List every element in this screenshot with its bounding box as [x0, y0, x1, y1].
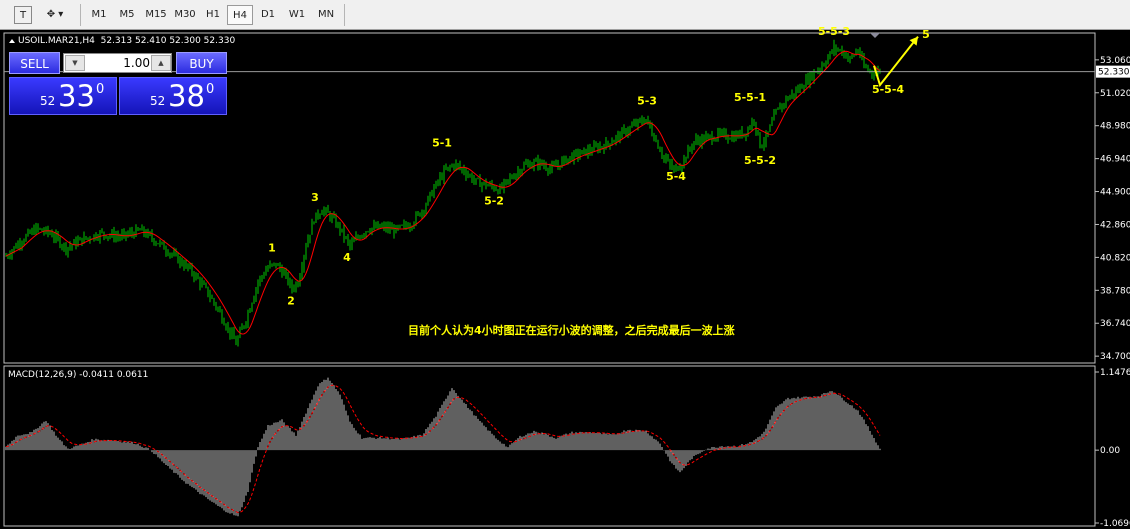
sell-price-main: 33: [58, 79, 95, 113]
wave-label: 5: [922, 28, 930, 41]
wave-label: 4: [343, 251, 351, 264]
price-axis-label: 34.700: [1100, 352, 1130, 362]
macd-signal-line: [5, 384, 881, 514]
price-axis-label: 36.740: [1100, 319, 1130, 329]
wave-label: 5-1: [432, 136, 452, 149]
lot-increase-icon[interactable]: ▲: [151, 55, 171, 71]
sell-price-sup: 0: [96, 82, 105, 97]
sell-button[interactable]: SELL: [9, 52, 60, 74]
macd-title: MACD(12,26,9) -0.0411 0.0611: [8, 370, 149, 380]
price-axis-label: 40.820: [1100, 253, 1130, 263]
wave-label: 2: [287, 295, 295, 308]
buy-price-box[interactable]: 52 38 0: [119, 77, 227, 115]
wave-label: 5-5-4: [872, 83, 904, 96]
buy-price-sup: 0: [206, 82, 215, 97]
wave-label: 5-2: [484, 194, 504, 207]
chart-shift-marker[interactable]: [870, 33, 880, 38]
one-click-trading-panel: SELL ▼ 1.00 ▲ BUY 52 33 0 52 38 0: [8, 51, 227, 116]
price-axis-label: 51.020: [1100, 89, 1130, 99]
macd-axis-label: -1.0696: [1100, 519, 1130, 529]
sell-price-prefix: 52: [40, 94, 56, 108]
price-axis-label: 42.860: [1100, 220, 1130, 230]
buy-button[interactable]: BUY: [176, 52, 227, 74]
projection-arrow-line: [873, 35, 919, 88]
price-axis-label: 44.900: [1100, 188, 1130, 198]
wave-label: 5-4: [666, 170, 686, 183]
current-price-label: 52.330: [1098, 68, 1130, 78]
macd-axis-label: 1.1476: [1100, 368, 1130, 378]
price-axis-label: 46.940: [1100, 155, 1130, 165]
wave-label: 5-5-2: [744, 154, 776, 167]
lot-decrease-icon[interactable]: ▼: [65, 55, 85, 71]
lot-size-value[interactable]: 1.00: [86, 54, 150, 72]
wave-label: 1: [268, 241, 276, 254]
collapse-triangle-icon[interactable]: [9, 39, 15, 43]
sell-price-box[interactable]: 52 33 0: [9, 77, 117, 115]
wave-label: 3: [311, 191, 319, 204]
lot-size-input[interactable]: ▼ 1.00 ▲: [63, 53, 172, 73]
wave-label: 5-5-1: [734, 91, 766, 104]
price-axis-label: 38.780: [1100, 286, 1130, 296]
buy-price-prefix: 52: [150, 94, 166, 108]
macd-axis-label: 0.00: [1100, 446, 1120, 456]
price-axis-label: 53.060: [1100, 56, 1130, 66]
chart-annotation: 目前个人认为4小时图正在运行小波的调整，之后完成最后一波上涨: [408, 324, 735, 337]
chart-title: USOIL.MAR21,H4 52.313 52.410 52.300 52.3…: [18, 36, 236, 46]
price-axis-label: 48.980: [1100, 122, 1130, 132]
buy-price-main: 38: [168, 79, 205, 113]
wave-label: 5-5-3: [818, 25, 850, 38]
wave-label: 5-3: [637, 94, 657, 107]
